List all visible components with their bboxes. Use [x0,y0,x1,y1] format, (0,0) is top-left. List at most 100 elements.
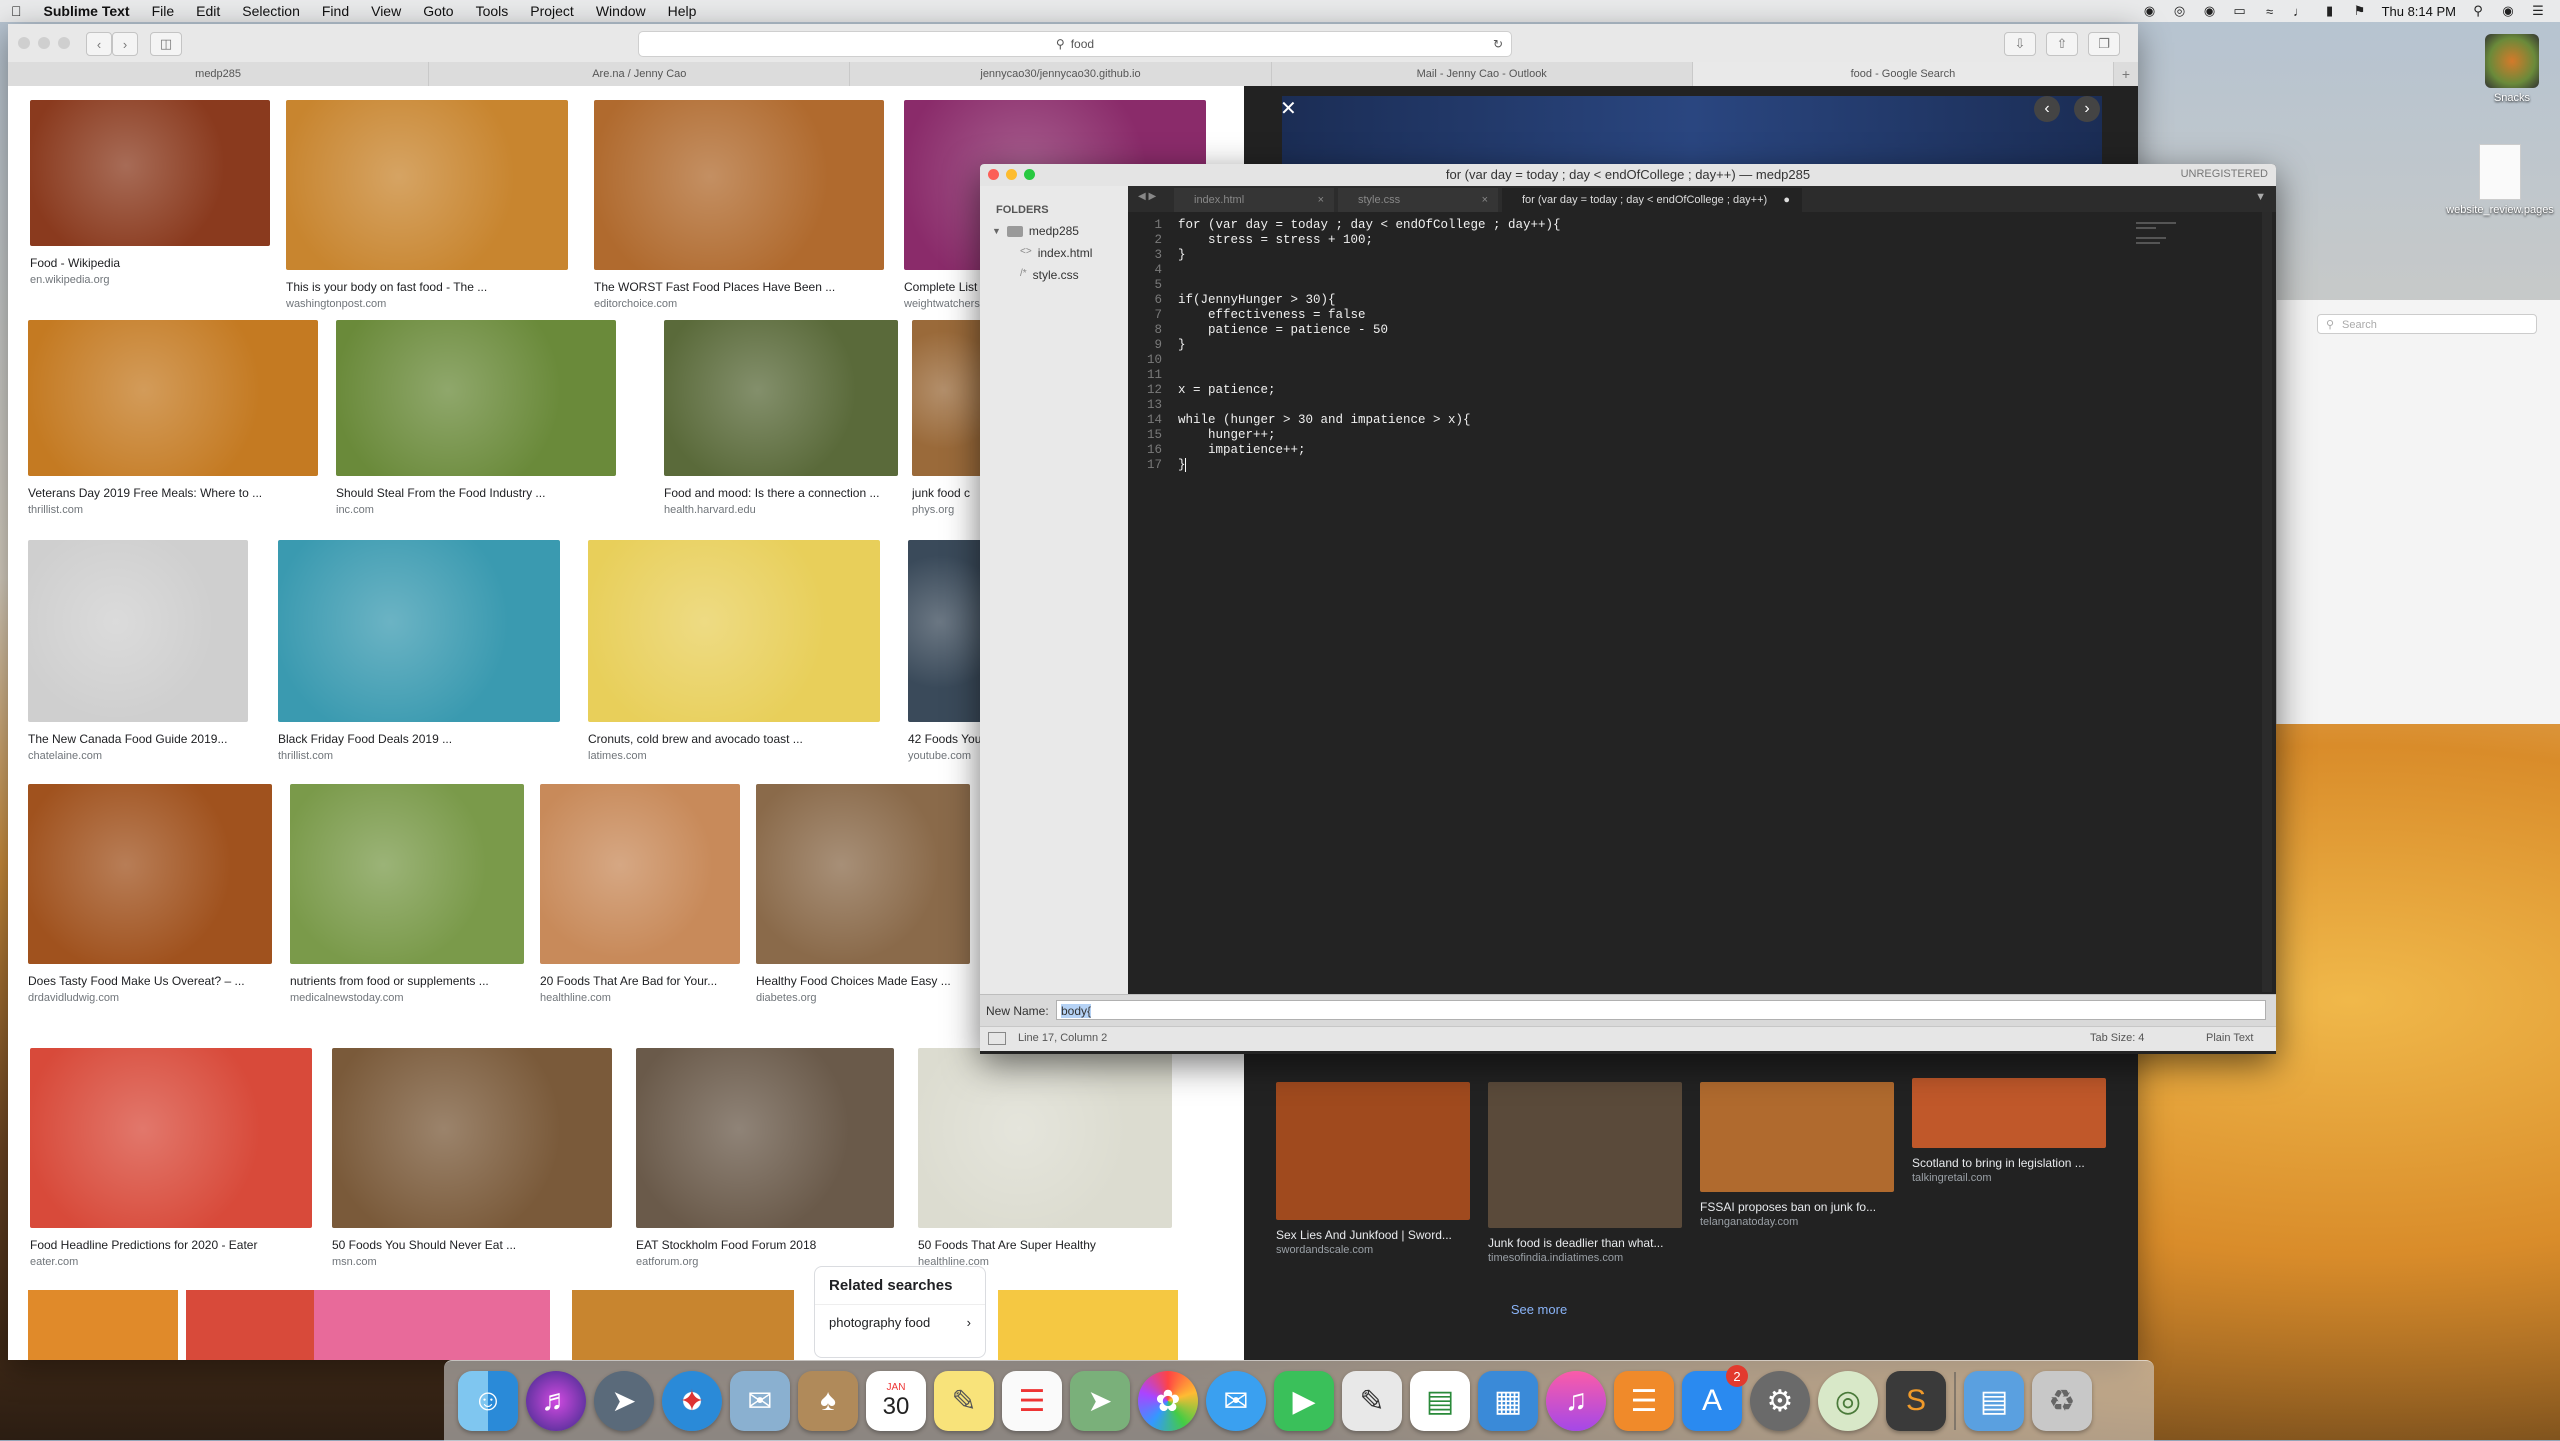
tab-arena[interactable]: Are.na / Jenny Cao [429,62,851,86]
reminders-icon[interactable]: ☰ [1002,1371,1062,1431]
image-result-card[interactable]: 42 Foods You youtube.com [908,540,988,766]
previous-image-button[interactable]: ‹ [2034,96,2060,122]
result-title[interactable]: Cronuts, cold brew and avocado toast ... [588,732,880,746]
launchpad-icon[interactable]: ➤ [594,1371,654,1431]
result-thumbnail[interactable] [540,784,740,964]
back-button[interactable]: ‹ [86,32,112,56]
image-result-card[interactable]: Black Friday Food Deals 2019 ... thrillis… [278,540,560,766]
spotlight-icon[interactable]: ⚲ [2470,3,2486,18]
image-result-card[interactable]: 20 Foods That Are Bad for Your... healthl… [540,784,740,1008]
trash-icon[interactable]: ♻ [2032,1371,2092,1431]
menu-tools[interactable]: Tools [465,3,520,19]
result-thumbnail[interactable] [28,1290,178,1360]
image-result-card[interactable]: The WORST Fast Food Places Have Been ...… [594,100,884,314]
editor-tab-style-css[interactable]: style.css × [1338,188,1498,212]
preview-image[interactable] [1282,96,2102,166]
flag-icon[interactable]: ⚑ [2352,3,2368,18]
share-button[interactable]: ⇧ [2046,32,2078,56]
image-result-card[interactable]: EAT Stockholm Food Forum 2018 eatforum.or… [636,1048,894,1272]
image-result-card[interactable]: Food Headline Predictions for 2020 - Eat… [30,1048,312,1272]
image-result-card[interactable]: Food and mood: Is there a connection ...… [664,320,898,520]
result-thumbnail[interactable] [286,100,568,270]
minimap[interactable] [2136,222,2196,262]
image-result-card[interactable]: 50 Foods You Should Never Eat ... msn.com [332,1048,612,1272]
related-thumbnail[interactable] [1700,1082,1894,1192]
battery-icon[interactable]: ▮ [2322,3,2338,18]
minimize-button[interactable] [38,37,50,49]
related-image-card[interactable]: Junk food is deadlier than what... timeso… [1488,1082,1682,1272]
tabs-overview-button[interactable]: ❐ [2088,32,2120,56]
contacts-icon[interactable]: ♠ [798,1371,858,1431]
result-title[interactable]: nutrients from food or supplements ... [290,974,524,988]
downloads-folder-icon[interactable]: ▤ [1964,1371,2024,1431]
close-button[interactable] [18,37,30,49]
finder-icon[interactable]: ☺ [458,1371,518,1431]
code-line[interactable]: impatience++; [1178,443,1306,457]
result-thumbnail[interactable] [28,784,272,964]
notification-center-icon[interactable]: ☰ [2530,3,2546,18]
menu-selection[interactable]: Selection [231,3,311,19]
image-result-card[interactable]: This is your body on fast food - The ...… [286,100,568,314]
numbers-icon[interactable]: ▤ [1410,1371,1470,1431]
tab-navigation-arrows[interactable]: ◀ ▶ [1138,191,1156,202]
eye-icon[interactable]: ◎ [2172,3,2188,18]
result-thumbnail[interactable] [28,320,318,476]
related-thumbnail[interactable] [1912,1078,2106,1148]
menu-find[interactable]: Find [311,3,360,19]
result-thumbnail[interactable] [756,784,970,964]
books-icon[interactable]: ☰ [1614,1371,1674,1431]
image-result-card[interactable]: Cronuts, cold brew and avocado toast ...… [588,540,880,766]
result-thumbnail[interactable] [588,540,880,722]
result-thumbnail[interactable] [594,100,884,270]
close-icon[interactable]: × [1482,188,1488,212]
result-thumbnail[interactable] [572,1290,794,1360]
zoom-button[interactable] [58,37,70,49]
image-result-card[interactable]: nutrients from food or supplements ... me… [290,784,524,1008]
pages-icon[interactable]: ✎ [1342,1371,1402,1431]
system-preferences-icon[interactable]: ⚙ [1750,1371,1810,1431]
forward-button[interactable]: › [112,32,138,56]
code-line[interactable]: x = patience; [1178,383,1276,397]
result-title[interactable]: Healthy Food Choices Made Easy ... [756,974,970,988]
close-icon[interactable]: ✕ [1280,96,1297,121]
related-title[interactable]: Scotland to bring in legislation ... [1912,1156,2106,1170]
result-title[interactable]: Should Steal From the Food Industry ... [336,486,616,500]
notes-icon[interactable]: ✎ [934,1371,994,1431]
file-item-style-css[interactable]: /* style.css [1020,268,1079,282]
result-title[interactable]: Does Tasty Food Make Us Overeat? – ... [28,974,272,988]
search-field[interactable]: ⚲ Search [2317,314,2537,334]
volume-icon[interactable]: ♩ [2292,4,2308,19]
image-result-card[interactable]: Does Tasty Food Make Us Overeat? – ... dr… [28,784,272,1008]
result-thumbnail[interactable] [278,540,560,722]
related-title[interactable]: FSSAI proposes ban on junk fo... [1700,1200,1894,1214]
result-title[interactable]: Food Headline Predictions for 2020 - Eat… [30,1238,312,1252]
download-button[interactable]: ⇩ [2004,32,2036,56]
result-thumbnail[interactable] [290,784,524,964]
code-line[interactable]: } [1178,338,1186,352]
related-thumbnail[interactable] [1488,1082,1682,1228]
related-title[interactable]: Junk food is deadlier than what... [1488,1236,1682,1250]
siri-icon[interactable]: ◉ [2500,3,2516,18]
related-image-card[interactable]: Sex Lies And Junkfood | Sword... swordand… [1276,1082,1470,1272]
menu-file[interactable]: File [141,3,186,19]
sublime-window[interactable]: for (var day = today ; day < endOfColleg… [980,164,2276,1054]
menu-view[interactable]: View [360,3,412,19]
syntax-indicator[interactable]: Plain Text [2206,1032,2254,1044]
photos-icon[interactable]: ✿ [1138,1371,1198,1431]
result-thumbnail[interactable] [908,540,988,722]
menu-project[interactable]: Project [519,3,585,19]
related-image-card[interactable]: FSSAI proposes ban on junk fo... telangan… [1700,1082,1894,1272]
result-thumbnail[interactable] [998,1290,1178,1360]
code-editor[interactable]: 1 for (var day = today ; day < endOfColle… [1128,212,2248,992]
tab-google-search[interactable]: food - Google Search [1692,62,2115,86]
siri-icon[interactable]: ♬ [526,1371,586,1431]
menu-app-name[interactable]: Sublime Text [33,3,141,19]
menu-window[interactable]: Window [585,3,657,19]
status-icon[interactable]: ◉ [2202,3,2218,18]
result-title[interactable]: This is your body on fast food - The ... [286,280,568,294]
maps-icon[interactable]: ➤ [1070,1371,1130,1431]
code-line[interactable]: for (var day = today ; day < endOfColleg… [1178,218,1561,232]
code-line[interactable]: hunger++; [1178,428,1276,442]
result-thumbnail[interactable] [314,1290,550,1360]
related-thumbnail[interactable] [1276,1082,1470,1220]
